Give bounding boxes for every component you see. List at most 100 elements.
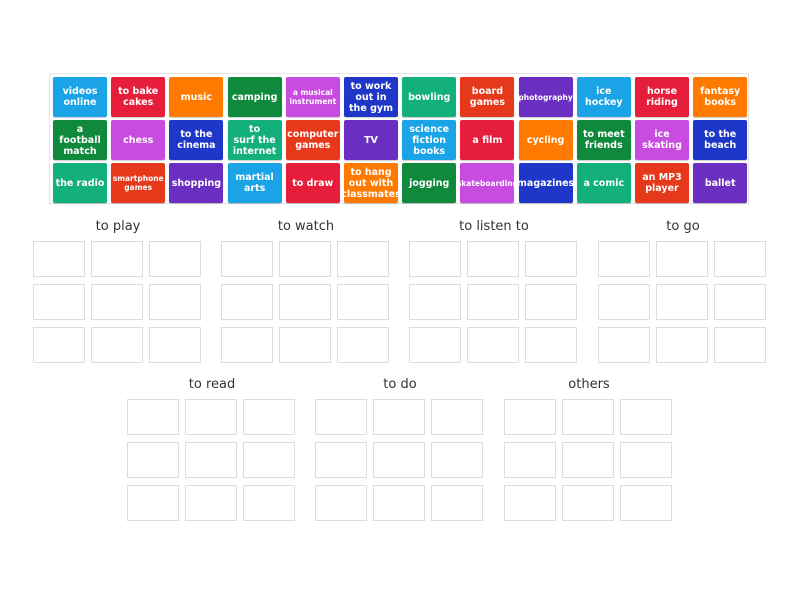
drop-slot[interactable] <box>714 241 766 277</box>
word-tile[interactable]: magazines <box>517 163 574 203</box>
drop-slot[interactable] <box>504 442 556 478</box>
word-tile[interactable]: science fiction books <box>402 120 457 160</box>
word-tile[interactable]: a comic <box>576 163 631 203</box>
word-tile[interactable]: photography <box>518 77 573 117</box>
drop-slot[interactable] <box>467 241 519 277</box>
word-tile[interactable]: to meet friends <box>576 120 631 160</box>
drop-slot[interactable] <box>562 399 614 435</box>
drop-slot[interactable] <box>127 442 179 478</box>
drop-slot[interactable] <box>409 327 461 363</box>
drop-slot[interactable] <box>91 241 143 277</box>
word-tile[interactable]: ballet <box>693 163 748 203</box>
drop-slot[interactable] <box>409 284 461 320</box>
drop-slot[interactable] <box>656 284 708 320</box>
drop-slot[interactable] <box>620 442 672 478</box>
drop-slot[interactable] <box>562 442 614 478</box>
drop-slot[interactable] <box>185 485 237 521</box>
drop-slot[interactable] <box>243 485 295 521</box>
drop-slot[interactable] <box>431 485 483 521</box>
word-tile[interactable]: camping <box>227 77 282 117</box>
drop-slot[interactable] <box>373 442 425 478</box>
word-tile[interactable]: to surf the internet <box>227 120 282 160</box>
drop-slot[interactable] <box>409 241 461 277</box>
word-tile[interactable]: videos online <box>53 77 107 117</box>
word-tile[interactable]: ice hockey <box>576 77 631 117</box>
drop-slot[interactable] <box>467 327 519 363</box>
word-tile[interactable]: cycling <box>518 120 573 160</box>
drop-slot[interactable] <box>221 241 273 277</box>
drop-slot[interactable] <box>504 485 556 521</box>
word-tile[interactable]: to draw <box>285 163 340 203</box>
word-tile[interactable]: skateboarding <box>457 163 518 203</box>
drop-slot[interactable] <box>127 399 179 435</box>
word-tile[interactable]: computer games <box>285 120 340 160</box>
drop-slot[interactable] <box>243 442 295 478</box>
word-tile[interactable]: jogging <box>402 163 457 203</box>
drop-slot[interactable] <box>33 327 85 363</box>
word-tile[interactable]: music <box>169 77 224 117</box>
word-tile[interactable]: to work out in the gym <box>344 77 398 117</box>
word-tile[interactable]: board games <box>460 77 515 117</box>
word-tile[interactable]: martial arts <box>227 163 282 203</box>
word-tile[interactable]: to the beach <box>693 120 748 160</box>
drop-slot[interactable] <box>598 284 650 320</box>
drop-slot[interactable] <box>33 284 85 320</box>
word-tile[interactable]: horse riding <box>635 77 689 117</box>
drop-slot[interactable] <box>525 284 577 320</box>
word-tile[interactable]: a football match <box>53 120 107 160</box>
drop-slot[interactable] <box>525 327 577 363</box>
drop-slot[interactable] <box>620 399 672 435</box>
drop-slot[interactable] <box>315 485 367 521</box>
drop-slot[interactable] <box>620 485 672 521</box>
drop-slot[interactable] <box>149 284 201 320</box>
drop-slot[interactable] <box>467 284 519 320</box>
word-tile[interactable]: bowling <box>402 77 457 117</box>
drop-slot[interactable] <box>714 284 766 320</box>
drop-slot[interactable] <box>243 399 295 435</box>
drop-slot[interactable] <box>598 241 650 277</box>
drop-slot[interactable] <box>504 399 556 435</box>
drop-slot[interactable] <box>127 485 179 521</box>
drop-slot[interactable] <box>185 399 237 435</box>
drop-slot[interactable] <box>373 485 425 521</box>
drop-slot[interactable] <box>149 327 201 363</box>
word-tile[interactable]: smartphone games <box>111 163 166 203</box>
word-tile[interactable]: ice skating <box>635 120 689 160</box>
drop-slot[interactable] <box>714 327 766 363</box>
drop-slot[interactable] <box>221 327 273 363</box>
drop-slot[interactable] <box>431 399 483 435</box>
drop-slot[interactable] <box>185 442 237 478</box>
drop-slot[interactable] <box>598 327 650 363</box>
word-tile[interactable]: a film <box>460 120 515 160</box>
drop-slot[interactable] <box>562 485 614 521</box>
word-tile[interactable]: to the cinema <box>169 120 224 160</box>
drop-slot[interactable] <box>279 241 331 277</box>
drop-slot[interactable] <box>91 284 143 320</box>
drop-slot[interactable] <box>525 241 577 277</box>
word-tile[interactable]: to hang out with classmates <box>341 163 401 203</box>
word-tile[interactable]: the radio <box>53 163 107 203</box>
drop-slot[interactable] <box>279 284 331 320</box>
word-tile[interactable]: fantasy books <box>693 77 748 117</box>
drop-slot[interactable] <box>149 241 201 277</box>
drop-slot[interactable] <box>656 327 708 363</box>
drop-slot[interactable] <box>337 327 389 363</box>
drop-slot[interactable] <box>315 399 367 435</box>
drop-slot[interactable] <box>656 241 708 277</box>
drop-slot[interactable] <box>33 241 85 277</box>
drop-slot[interactable] <box>337 284 389 320</box>
word-tile[interactable]: a musical instrument <box>285 77 340 117</box>
group-title: to play <box>95 219 141 234</box>
drop-slot[interactable] <box>337 241 389 277</box>
word-tile[interactable]: shopping <box>169 163 224 203</box>
word-tile[interactable]: chess <box>111 120 166 160</box>
word-tile[interactable]: TV <box>344 120 398 160</box>
drop-slot[interactable] <box>91 327 143 363</box>
word-tile[interactable]: to bake cakes <box>111 77 166 117</box>
drop-slot[interactable] <box>431 442 483 478</box>
drop-slot[interactable] <box>279 327 331 363</box>
drop-slot[interactable] <box>373 399 425 435</box>
drop-slot[interactable] <box>221 284 273 320</box>
word-tile[interactable]: an MP3 player <box>635 163 689 203</box>
drop-slot[interactable] <box>315 442 367 478</box>
